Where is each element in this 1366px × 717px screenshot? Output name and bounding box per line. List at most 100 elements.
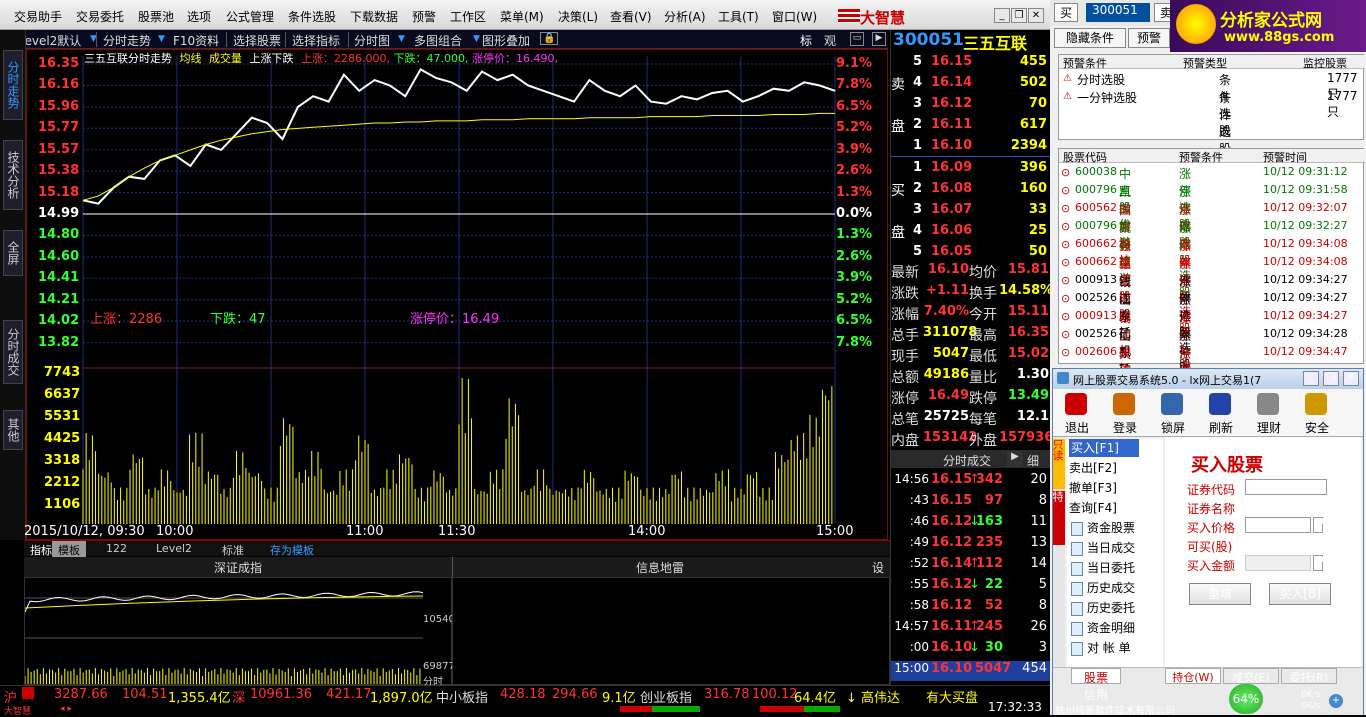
dropdown-arrow-icon[interactable]: ▼ xyxy=(158,34,165,44)
login-label[interactable]: 登录 xyxy=(1107,419,1143,436)
sell-price[interactable]: 16.12 xyxy=(931,96,972,111)
play-icon[interactable]: ▶ xyxy=(872,32,886,46)
tab-ticks[interactable]: 分时成交 xyxy=(3,320,23,384)
toolbar-item[interactable]: 选择股票 xyxy=(233,32,281,49)
tab-other[interactable]: 其他 xyxy=(3,410,23,450)
toolbar-item[interactable]: 图形叠加 xyxy=(482,32,530,49)
close-button[interactable]: ✕ xyxy=(1343,371,1359,386)
add-icon[interactable]: + xyxy=(1329,694,1343,708)
hide-conditions-button[interactable]: 隐藏条件 xyxy=(1054,28,1126,48)
tab-orders[interactable]: 委托(R) xyxy=(1281,668,1337,684)
alert-code[interactable]: 000796 xyxy=(1075,219,1117,232)
col-header[interactable]: 预警条件 xyxy=(1063,55,1107,71)
exit-label[interactable]: 退出 xyxy=(1059,419,1095,436)
warn-name[interactable]: 一分钟选股 xyxy=(1077,89,1137,106)
maximize-button[interactable]: ❐ xyxy=(1323,371,1339,386)
alert-button[interactable]: 预警 xyxy=(1128,28,1170,48)
trade-nav-item[interactable]: 历史成交 xyxy=(1087,579,1135,596)
dropdown-arrow-icon[interactable]: ▼ xyxy=(473,34,480,44)
menu-item[interactable]: 条件选股 xyxy=(288,8,336,25)
menu-item[interactable]: 查看(V) xyxy=(610,8,652,25)
side-vtab[interactable]: 特 xyxy=(1051,491,1065,545)
trade-nav-item[interactable]: 撤单[F3] xyxy=(1069,479,1117,496)
trade-nav-item[interactable]: 当日成交 xyxy=(1087,539,1135,556)
buy-price[interactable]: 16.08 xyxy=(931,181,972,196)
tab-technical[interactable]: 技术分析 xyxy=(3,140,23,210)
security-icon[interactable] xyxy=(1305,393,1327,415)
menu-item[interactable]: 股票池 xyxy=(138,8,174,25)
tab-deals[interactable]: 成交(E) xyxy=(1223,668,1279,684)
alert-code[interactable]: 600562 xyxy=(1075,201,1117,214)
tab-standard[interactable]: 标准 xyxy=(216,541,250,557)
refresh-icon[interactable] xyxy=(1209,393,1231,415)
menu-item[interactable]: 公式管理 xyxy=(226,8,274,25)
window-icon[interactable]: ▭ xyxy=(850,32,864,46)
col-header[interactable]: 预警条件 xyxy=(1179,149,1223,165)
warn-name[interactable]: 分时选股 xyxy=(1077,71,1125,88)
col-header[interactable]: 预警类型 xyxy=(1183,55,1227,71)
tab-credit[interactable]: 信用 xyxy=(1071,686,1121,702)
stepper-icon[interactable]: ▲▼ xyxy=(1313,517,1326,533)
sell-price[interactable]: 16.14 xyxy=(931,75,972,90)
menu-item[interactable]: 窗口(W) xyxy=(772,8,817,25)
finance-icon[interactable] xyxy=(1257,393,1279,415)
tab-fullscreen[interactable]: 全屏 xyxy=(3,230,23,276)
tab-save-template[interactable]: 存为模板 xyxy=(264,541,320,557)
alert-code[interactable]: 600662 xyxy=(1075,237,1117,250)
alert-code[interactable]: 002606 xyxy=(1075,345,1117,358)
buy-price[interactable]: 16.07 xyxy=(931,202,972,217)
alert-code[interactable]: 600038 xyxy=(1075,165,1117,178)
toolbar-item[interactable]: 标 xyxy=(800,32,812,49)
toolbar-item[interactable]: F10资料 xyxy=(173,32,219,49)
toolbar-item[interactable]: 选择指标 xyxy=(292,32,340,49)
trade-nav-item[interactable]: 买入[F1] xyxy=(1069,439,1139,457)
toolbar-item[interactable]: Level2默认 xyxy=(18,32,81,49)
security-label[interactable]: 安全 xyxy=(1299,419,1335,436)
price-input[interactable] xyxy=(1245,517,1311,533)
alert-code[interactable]: 000796 xyxy=(1075,183,1117,196)
login-icon[interactable] xyxy=(1113,393,1135,415)
buy-price[interactable]: 16.09 xyxy=(931,160,972,175)
ad-banner[interactable]: 分析家公式网 www.88gs.com xyxy=(1170,0,1366,52)
alert-code[interactable]: 000913 xyxy=(1075,273,1117,286)
menu-item[interactable]: 下载数据 xyxy=(350,8,398,25)
tab-intraday[interactable]: 分时走势 xyxy=(3,50,23,120)
buy-button[interactable]: 买 xyxy=(1054,3,1078,22)
lock-screen-label[interactable]: 锁屏 xyxy=(1155,419,1191,436)
menu-item[interactable]: 决策(L) xyxy=(558,8,598,25)
trade-nav-item[interactable]: 资金股票 xyxy=(1087,519,1135,536)
reset-button[interactable]: 重填 xyxy=(1189,583,1251,605)
minimize-button[interactable]: _ xyxy=(1303,371,1319,386)
side-vtab[interactable]: 只读 xyxy=(1051,439,1065,489)
mini-index-chart[interactable]: 10540 69877 分时 xyxy=(24,577,455,688)
menu-item[interactable]: 交易助手 xyxy=(14,8,62,25)
amount-input[interactable] xyxy=(1245,555,1311,571)
alert-code[interactable]: 002526 xyxy=(1075,327,1117,340)
tab-level2[interactable]: Level2 xyxy=(150,541,198,557)
col-header[interactable]: 监控股票 xyxy=(1303,55,1347,71)
alert-code[interactable]: 600662 xyxy=(1075,255,1117,268)
lock-screen-icon[interactable] xyxy=(1161,393,1183,415)
buy-price[interactable]: 16.05 xyxy=(931,244,972,259)
menu-item[interactable]: 交易委托 xyxy=(76,8,124,25)
buy-price[interactable]: 16.06 xyxy=(931,223,972,238)
sell-price[interactable]: 16.15 xyxy=(931,54,972,69)
col-header[interactable]: 股票代码 xyxy=(1063,149,1107,165)
dropdown-arrow-icon[interactable]: ▼ xyxy=(398,34,405,44)
stock-code-input[interactable] xyxy=(1245,479,1327,495)
tab-holdings[interactable]: 持仓(W) xyxy=(1165,668,1221,684)
trade-nav-item[interactable]: 资金明细 xyxy=(1087,619,1135,636)
menu-item[interactable]: 分析(A) xyxy=(664,8,706,25)
trade-nav-item[interactable]: 当日委托 xyxy=(1087,559,1135,576)
sell-price[interactable]: 16.10 xyxy=(931,138,972,153)
alert-code[interactable]: 000913 xyxy=(1075,309,1117,322)
toolbar-item[interactable]: 分时图 xyxy=(354,32,390,49)
ticks-next-icon[interactable]: ▶ xyxy=(1007,451,1023,467)
ticks-detail-button[interactable]: 细 xyxy=(1027,452,1039,469)
minimize-button[interactable]: _ xyxy=(994,8,1010,23)
lock-icon[interactable]: 🔒 xyxy=(540,32,559,45)
menu-item[interactable]: 工具(T) xyxy=(718,8,759,25)
tab-122[interactable]: 122 xyxy=(100,541,133,557)
mini-index-title[interactable]: 深证成指 xyxy=(214,559,262,576)
menu-item[interactable]: 预警 xyxy=(412,8,436,25)
